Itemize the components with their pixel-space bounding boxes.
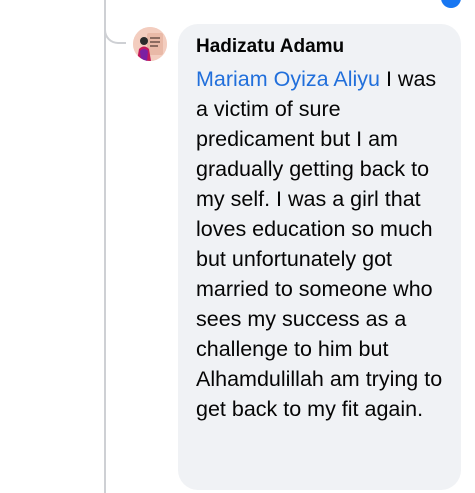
comment-thread: Hadizatu Adamu Mariam Oyiza Aliyu I was … [0,0,475,493]
reaction-icon[interactable] [441,0,461,8]
thread-line [104,0,106,493]
reply-connector [104,18,126,44]
comment-bubble: Hadizatu Adamu Mariam Oyiza Aliyu I was … [178,24,461,490]
mention-link[interactable]: Mariam Oyiza Aliyu [196,67,380,91]
profile-photo-icon [133,27,167,61]
comment-message: I was a victim of sure predicament but I… [196,67,443,421]
comment-text: Mariam Oyiza Aliyu I was a victim of sur… [196,64,451,424]
comment-author[interactable]: Hadizatu Adamu [196,36,451,58]
avatar[interactable] [133,27,167,61]
